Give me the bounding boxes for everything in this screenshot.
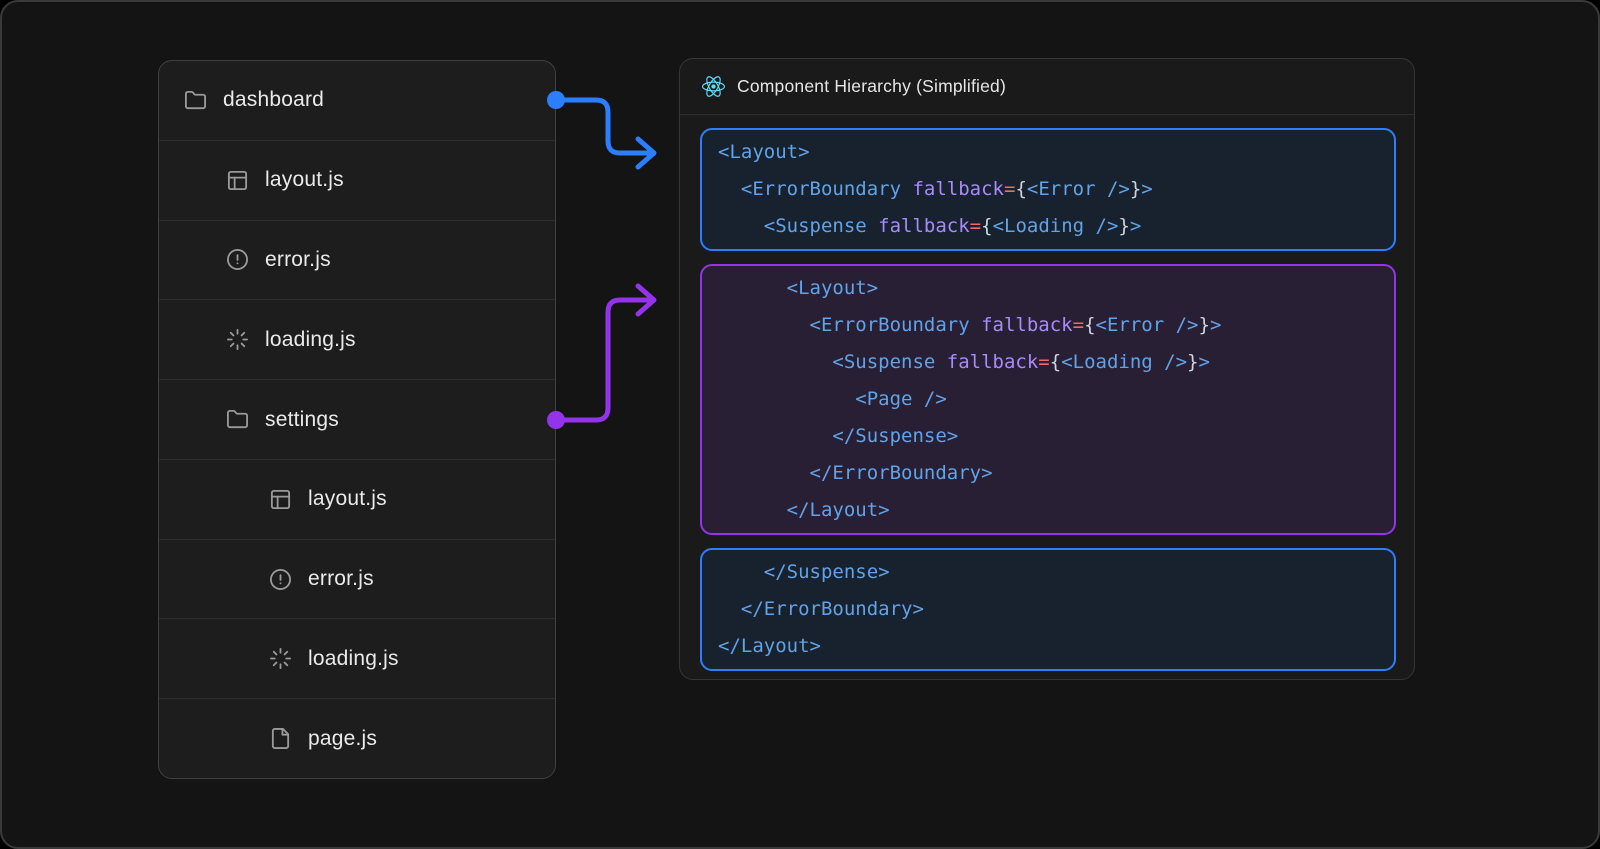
tree-row-error-js[interactable]: error.js [159,539,555,619]
code-line: <ErrorBoundary fallback={<Error />}> [718,307,1378,344]
tree-row-error-js[interactable]: error.js [159,220,555,300]
tree-row-loading-js[interactable]: loading.js [159,618,555,698]
tree-item-label: layout.js [265,168,344,192]
code-line: </ErrorBoundary> [718,455,1378,492]
tree-row-page-js[interactable]: page.js [159,698,555,778]
panel-header: Component Hierarchy (Simplified) [680,59,1414,115]
alert-circle-icon [226,248,249,271]
tree-row-loading-js[interactable]: loading.js [159,299,555,379]
code-line: <Layout> [718,270,1378,307]
code-block-settings-1: <Layout> <ErrorBoundary fallback={<Error… [700,264,1396,535]
folder-icon [184,89,207,112]
component-hierarchy-panel: Component Hierarchy (Simplified) <Layout… [679,58,1415,680]
tree-row-layout-js[interactable]: layout.js [159,459,555,539]
layout-icon [226,169,249,192]
tree-row-dashboard[interactable]: dashboard [159,61,555,140]
code-line: </Suspense> [718,418,1378,455]
code-line: </Layout> [718,628,1378,665]
tree-item-label: error.js [265,248,331,272]
canvas: dashboard layout.js error.js loading.js sett… [0,0,1600,849]
tree-item-label: layout.js [308,487,387,511]
tree-item-label: error.js [308,567,374,591]
loader-icon [226,328,249,351]
code-line: <Page /> [718,381,1378,418]
code-block-dashboard-2: </Suspense> </ErrorBoundary></Layout> [700,548,1396,671]
code-line: <Layout> [718,134,1378,171]
layout-icon [269,488,292,511]
code-line: </ErrorBoundary> [718,591,1378,628]
tree-item-label: settings [265,408,339,432]
code-line: </Suspense> [718,554,1378,591]
loader-icon [269,647,292,670]
code-line: <ErrorBoundary fallback={<Error />}> [718,171,1378,208]
file-tree: dashboard layout.js error.js loading.js sett… [158,60,556,779]
code-line: <Suspense fallback={<Loading />}> [718,344,1378,381]
code-block-dashboard-0: <Layout> <ErrorBoundary fallback={<Error… [700,128,1396,251]
tree-item-label: page.js [308,727,377,751]
code-blocks: <Layout> <ErrorBoundary fallback={<Error… [680,115,1414,680]
code-line: <Suspense fallback={<Loading />}> [718,208,1378,245]
code-line: </Layout> [718,492,1378,529]
alert-circle-icon [269,568,292,591]
tree-row-layout-js[interactable]: layout.js [159,140,555,220]
folder-icon [226,408,249,431]
react-icon [701,74,726,99]
panel-title: Component Hierarchy (Simplified) [737,76,1006,97]
tree-row-settings[interactable]: settings [159,379,555,459]
tree-item-label: loading.js [265,328,356,352]
tree-item-label: dashboard [223,88,324,112]
tree-item-label: loading.js [308,647,399,671]
file-icon [269,727,292,750]
